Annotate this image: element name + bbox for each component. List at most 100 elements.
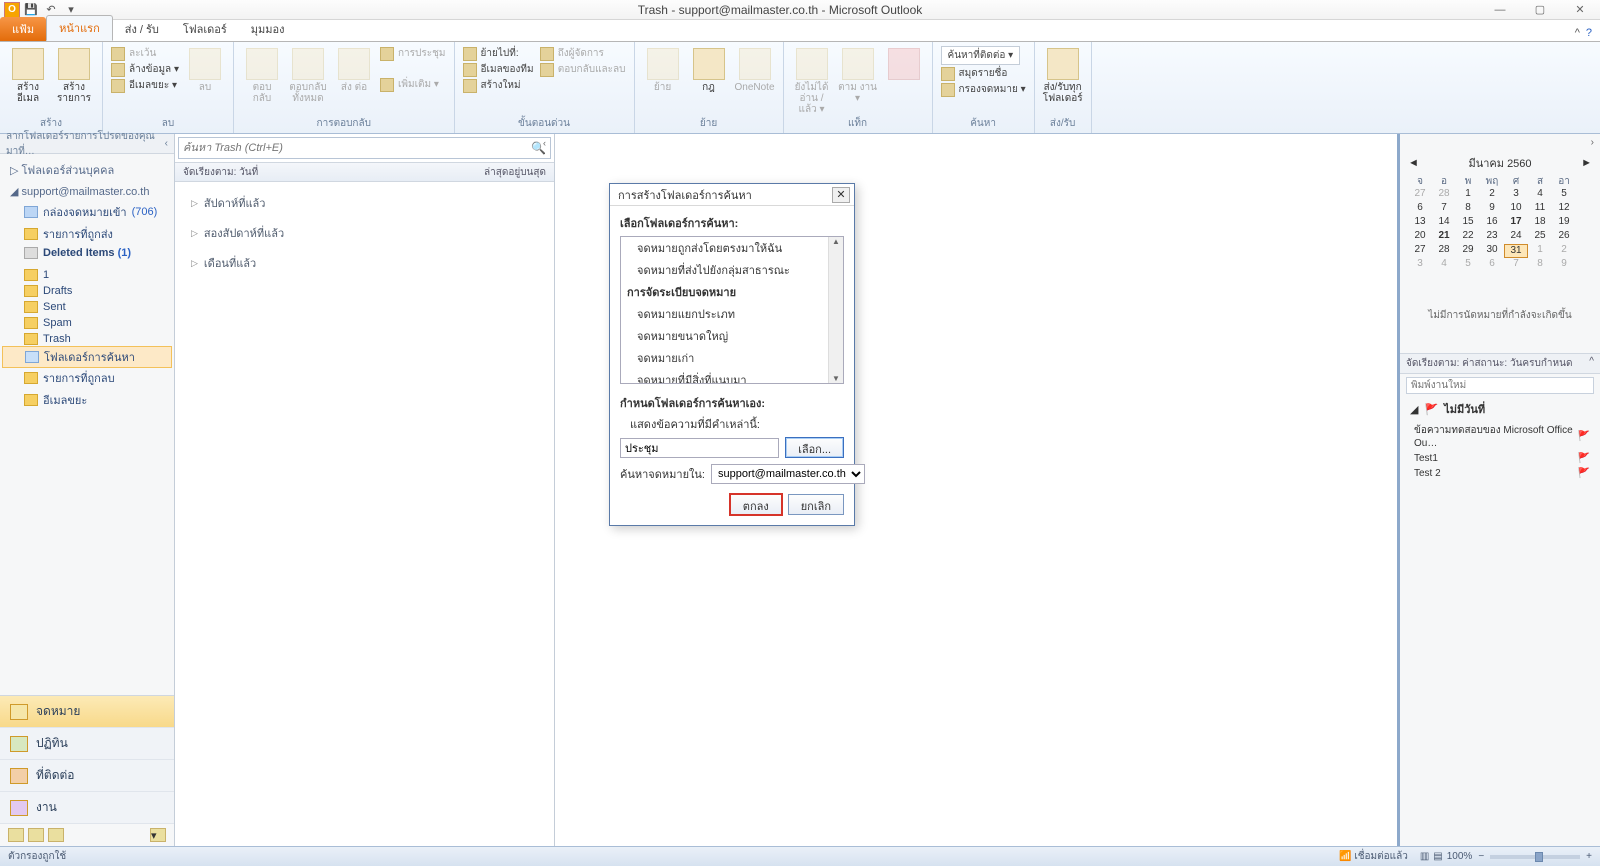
quickstep-team[interactable]: อีเมลของทีม <box>463 62 534 77</box>
help-icon[interactable]: ? <box>1586 27 1592 39</box>
switch-contacts[interactable]: ที่ติดต่อ <box>0 760 174 792</box>
cal-next-icon[interactable]: ► <box>1581 157 1592 169</box>
search-box[interactable]: 🔍 <box>178 137 551 159</box>
zoom-in-icon[interactable]: + <box>1586 851 1592 862</box>
task-category-nodate[interactable]: ◢ 🚩 ไม่มีวันที่ <box>1400 397 1600 421</box>
tasks-expand-icon[interactable]: ^ <box>1589 356 1594 371</box>
filter-email-button[interactable]: กรองจดหมาย ▾ <box>941 82 1026 97</box>
followup-button[interactable] <box>884 44 924 82</box>
view-normal-icon[interactable]: ▥ <box>1420 851 1429 862</box>
tree-favorites[interactable]: ▷ โฟลเดอร์ส่วนบุคคล <box>0 158 174 182</box>
tree-sent-items[interactable]: รายการที่ถูกส่ง <box>0 223 174 245</box>
maximize-button[interactable]: ▢ <box>1520 1 1560 19</box>
cancel-button[interactable]: ยกเลิก <box>788 494 844 515</box>
qat-save-icon[interactable]: 💾 <box>22 2 40 18</box>
list-group-twoweeksago[interactable]: สองสัปดาห์ที่แล้ว <box>175 218 554 248</box>
categorize-button[interactable]: ตาม งาน ▾ <box>838 44 878 104</box>
tab-view[interactable]: มุมมอง <box>239 17 297 41</box>
quickstep-moveto[interactable]: ย้ายไปที่: <box>463 46 534 61</box>
search-folder-type-list[interactable]: จดหมายถูกส่งโดยตรงมาให้ฉัน จดหมายที่ส่งไ… <box>620 236 844 384</box>
tab-folder[interactable]: โฟลเดอร์ <box>171 17 239 41</box>
message-list-pane: 🔍 จัดเรียงตาม: วันที่ ล่าสุดอยู่บนสุด สั… <box>175 134 555 846</box>
quickstep-tomgr[interactable]: ถึงผู้จัดการ <box>540 46 626 61</box>
mini-calendar[interactable]: จอพพฤศสอา 272812345678910111213141516171… <box>1400 174 1600 278</box>
list-collapse-icon[interactable]: ‹ <box>543 138 546 148</box>
list-group-lastmonth[interactable]: เดือนที่แล้ว <box>175 248 554 278</box>
list-item[interactable]: จดหมายที่ส่งไปยังกลุ่มสาธารณะ <box>621 259 828 281</box>
list-group-lastweek[interactable]: สัปดาห์ที่แล้ว <box>175 188 554 218</box>
zoom-level: 100% <box>1447 851 1473 862</box>
ok-button[interactable]: ตกลง <box>730 494 782 515</box>
switch-notes-icon[interactable] <box>8 828 24 842</box>
sort-order-label[interactable]: ล่าสุดอยู่บนสุด <box>484 165 546 180</box>
cal-prev-icon[interactable]: ◄ <box>1408 157 1419 169</box>
zoom-control[interactable]: 100% − + <box>1447 851 1592 862</box>
switch-tasks[interactable]: งาน <box>0 792 174 824</box>
new-task-input[interactable] <box>1406 377 1594 394</box>
reply-button[interactable]: ตอบ กลับ <box>242 44 282 104</box>
view-reading-icon[interactable]: ▤ <box>1433 851 1442 862</box>
zoom-out-icon[interactable]: − <box>1478 851 1484 862</box>
new-items-button[interactable]: สร้าง รายการ <box>54 44 94 104</box>
tree-search-folders[interactable]: โฟลเดอร์การค้นหา <box>2 346 172 368</box>
tab-sendreceive[interactable]: ส่ง / รับ <box>113 17 171 41</box>
ribbon-minimize-icon[interactable]: ^ <box>1575 27 1580 39</box>
tree-inbox[interactable]: กล่องจดหมายเข้า (706) <box>0 201 174 223</box>
tree-trash[interactable]: Trash <box>0 331 174 347</box>
todobar-collapse-icon[interactable]: › <box>1591 137 1594 148</box>
rules-button[interactable]: กฎ <box>689 44 729 93</box>
tree-deleted-all[interactable]: รายการที่ถูกลบ <box>0 367 174 389</box>
task-row[interactable]: ข้อความทดสอบของ Microsoft Office Ou…🚩 <box>1400 421 1600 451</box>
tasks-sort-label[interactable]: จัดเรียงตาม: ค่าสถานะ: วันครบกำหนด <box>1406 356 1572 371</box>
ribbon-tabs: แฟ้ม หน้าแรก ส่ง / รับ โฟลเดอร์ มุมมอง ^… <box>0 20 1600 42</box>
list-item[interactable]: จดหมายถูกส่งโดยตรงมาให้ฉัน <box>621 237 828 259</box>
list-item[interactable]: จดหมายแยกประเภท <box>621 303 828 325</box>
dialog-close-button[interactable]: ✕ <box>832 187 850 203</box>
tree-spam[interactable]: Spam <box>0 315 174 331</box>
more-respond-button[interactable]: เพิ่มเติม ▾ <box>380 77 446 92</box>
move-button[interactable]: ย้าย <box>643 44 683 93</box>
task-row[interactable]: Test 2🚩 <box>1400 466 1600 481</box>
minimize-button[interactable]: — <box>1480 1 1520 19</box>
sendreceive-all-button[interactable]: ส่ง/รับทุก โฟลเดอร์ <box>1043 44 1083 104</box>
sort-by-label[interactable]: จัดเรียงตาม: วันที่ <box>183 165 258 180</box>
tab-file[interactable]: แฟ้ม <box>0 17 46 41</box>
cleanup-button[interactable]: ล้างข้อมูล ▾ <box>111 62 179 77</box>
onenote-button[interactable]: OneNote <box>735 44 775 93</box>
list-scrollbar[interactable] <box>828 237 843 383</box>
task-row[interactable]: Test1🚩 <box>1400 451 1600 466</box>
tree-drafts[interactable]: Drafts <box>0 283 174 299</box>
searchin-select[interactable]: support@mailmaster.co.th <box>711 464 865 484</box>
replyall-button[interactable]: ตอบกลับ ทั้งหมด <box>288 44 328 104</box>
search-input[interactable] <box>183 142 531 154</box>
tab-home[interactable]: หน้าแรก <box>46 15 113 41</box>
junk-button[interactable]: อีเมลขยะ ▾ <box>111 78 179 93</box>
ignore-button[interactable]: ละเว้น <box>111 46 179 61</box>
list-item[interactable]: จดหมายที่มีสิ่งที่แนบมา <box>621 369 828 384</box>
addressbook-button[interactable]: สมุดรายชื่อ <box>941 66 1026 81</box>
new-email-button[interactable]: สร้าง อีเมล <box>8 44 48 104</box>
tree-deleted-items[interactable]: Deleted Items (1) <box>0 245 174 261</box>
nav-collapse-icon[interactable]: ‹ <box>165 138 168 149</box>
delete-button[interactable]: ลบ <box>185 44 225 93</box>
tree-sent[interactable]: Sent <box>0 299 174 315</box>
choose-button[interactable]: เลือก... <box>785 437 844 458</box>
switch-folders-icon[interactable] <box>28 828 44 842</box>
list-item[interactable]: จดหมายเก่า <box>621 347 828 369</box>
close-button[interactable]: ✕ <box>1560 1 1600 19</box>
tree-account[interactable]: ◢ support@mailmaster.co.th <box>0 182 174 201</box>
find-contact-input[interactable]: ค้นหาที่ติดต่อ ▾ <box>941 46 1026 65</box>
quickstep-new[interactable]: สร้างใหม่ <box>463 78 534 93</box>
words-input[interactable] <box>620 438 779 458</box>
switch-shortcuts-icon[interactable] <box>48 828 64 842</box>
meeting-button[interactable]: การประชุม <box>380 46 446 61</box>
switch-config-icon[interactable]: ▾ <box>150 828 166 842</box>
unread-button[interactable]: ยังไม่ได้อ่าน /แล้ว ▾ <box>792 44 832 115</box>
tree-folder-1[interactable]: 1 <box>0 267 174 283</box>
switch-mail[interactable]: จดหมาย <box>0 696 174 728</box>
tree-junk[interactable]: อีเมลขยะ <box>0 389 174 411</box>
forward-button[interactable]: ส่ง ต่อ <box>334 44 374 93</box>
switch-calendar[interactable]: ปฏิทิน <box>0 728 174 760</box>
quickstep-replydel[interactable]: ตอบกลับและลบ <box>540 62 626 77</box>
list-item[interactable]: จดหมายขนาดใหญ่ <box>621 325 828 347</box>
